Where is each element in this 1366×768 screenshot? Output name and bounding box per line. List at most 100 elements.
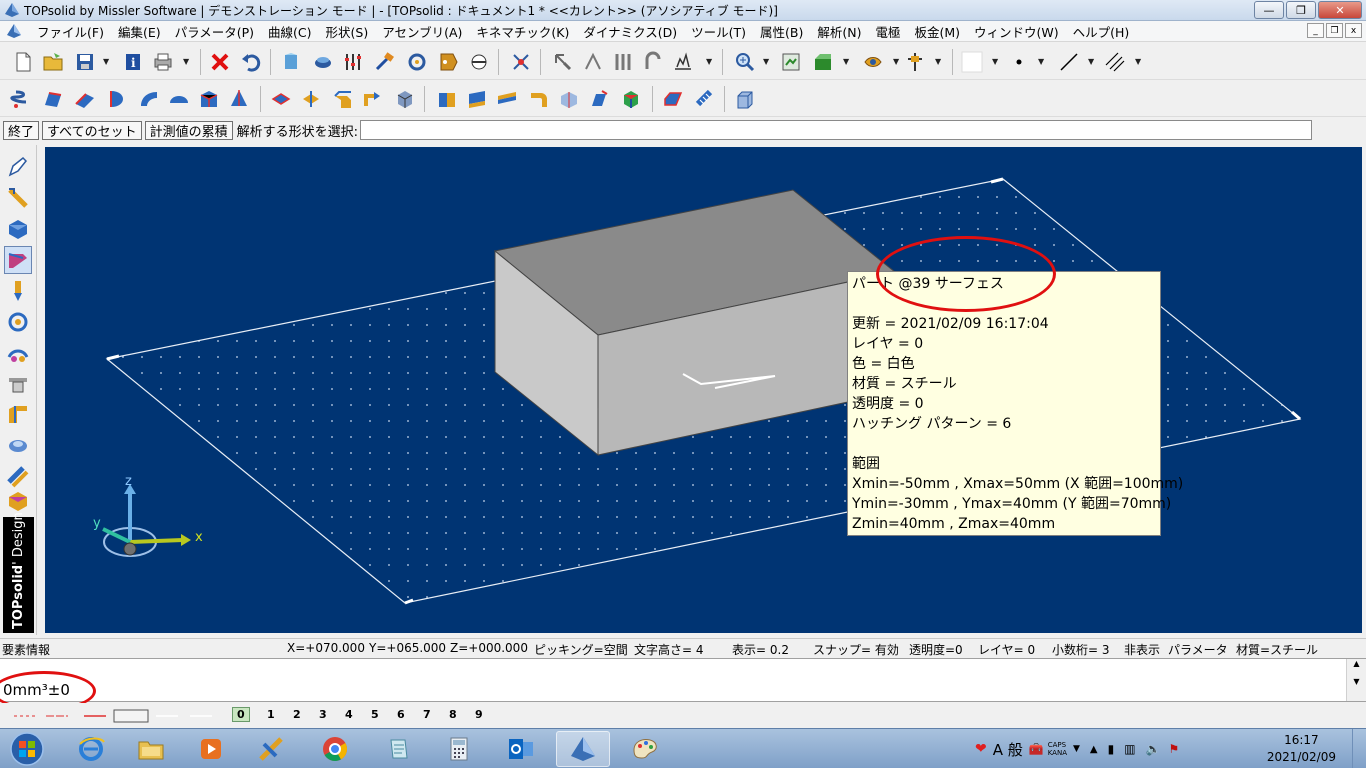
layer-5-button[interactable]: 5	[371, 708, 379, 721]
render-dropdown-icon[interactable]: ▼	[843, 57, 849, 66]
menu-shape[interactable]: 形状(S)	[319, 22, 376, 41]
solid-cube-icon[interactable]	[4, 215, 32, 243]
mdi-restore-button[interactable]: ❐	[1326, 23, 1343, 38]
calculator-icon[interactable]	[432, 731, 486, 767]
status-decimals[interactable]: 小数桁= 3	[1052, 641, 1110, 658]
point-style-icon[interactable]	[1006, 49, 1032, 75]
undo-icon[interactable]	[238, 49, 264, 75]
analysis-dropdown-icon[interactable]: ▼	[706, 57, 712, 66]
extend-surface-icon[interactable]	[360, 86, 386, 112]
all-sets-button[interactable]: すべてのセット	[42, 120, 142, 140]
revolve-surface-icon[interactable]	[104, 86, 130, 112]
mold-icon[interactable]	[4, 370, 32, 398]
color-picker-icon[interactable]	[958, 49, 986, 75]
scene-canvas[interactable]: z x y	[45, 147, 1362, 633]
media-player-icon[interactable]	[184, 731, 238, 767]
electrode-icon[interactable]	[4, 277, 32, 305]
minimize-button[interactable]: —	[1254, 1, 1284, 19]
hatch-style-icon[interactable]	[1102, 49, 1128, 75]
sketch-pencil-icon[interactable]	[4, 153, 32, 181]
status-layer[interactable]: レイヤ= 0	[978, 641, 1035, 658]
topsolid-taskbar-icon[interactable]	[556, 731, 610, 767]
sew-icon[interactable]	[494, 86, 520, 112]
output-scrollbar[interactable]: ▲ ▼	[1346, 659, 1366, 701]
slider-settings-icon[interactable]	[340, 49, 366, 75]
output-area[interactable]: 0mm³±0 ▲ ▼	[0, 658, 1366, 711]
menu-analysis[interactable]: 解析(N)	[810, 22, 868, 41]
menu-electrode[interactable]: 電極	[868, 22, 907, 41]
extrude-surface-icon[interactable]	[40, 86, 66, 112]
mdi-minimize-button[interactable]: _	[1307, 23, 1324, 38]
maximize-button[interactable]: ❐	[1286, 1, 1316, 19]
modify-icon[interactable]	[278, 49, 304, 75]
menu-attributes[interactable]: 属性(B)	[753, 22, 810, 41]
file-explorer-icon[interactable]	[124, 731, 178, 767]
open-folder-icon[interactable]	[40, 49, 66, 75]
save-dropdown-icon[interactable]: ▼	[103, 57, 109, 66]
menu-help[interactable]: ヘルプ(H)	[1066, 22, 1137, 41]
layer-1-button[interactable]: 1	[267, 708, 275, 721]
status-material[interactable]: 材質=スチール	[1236, 641, 1318, 658]
hatch-style-dropdown-icon[interactable]: ▼	[1135, 57, 1141, 66]
layer-3-button[interactable]: 3	[319, 708, 327, 721]
print-icon[interactable]	[150, 49, 176, 75]
usb-device-icon[interactable]: ▮	[1108, 742, 1115, 756]
surface-analysis-icon[interactable]	[556, 86, 582, 112]
layer-0-button[interactable]: 0	[232, 707, 250, 722]
close-button[interactable]: ✕	[1318, 1, 1362, 19]
internet-explorer-icon[interactable]	[64, 731, 118, 767]
attribute-icon[interactable]	[436, 49, 462, 75]
volume-icon[interactable]: 🔈	[1146, 742, 1161, 756]
curve-pencil-icon[interactable]	[4, 184, 32, 212]
view-direction-icon[interactable]	[860, 49, 886, 75]
menu-edit[interactable]: 編集(E)	[111, 22, 168, 41]
show-desktop-button[interactable]	[1352, 729, 1366, 768]
action-center-icon[interactable]: ⚑	[1169, 742, 1180, 756]
menu-tools[interactable]: ツール(T)	[684, 22, 753, 41]
pipe-icon[interactable]	[4, 432, 32, 460]
box-shape-icon[interactable]	[392, 86, 418, 112]
measure-angle-icon[interactable]	[580, 49, 606, 75]
ime-mode-indicator[interactable]: A 般	[993, 739, 1023, 760]
menu-curve[interactable]: 曲線(C)	[261, 22, 318, 41]
status-snap[interactable]: スナップ= 有効	[813, 641, 899, 658]
thread-icon[interactable]	[692, 86, 718, 112]
status-parameter[interactable]: パラメータ	[1168, 641, 1228, 658]
layer-6-button[interactable]: 6	[397, 708, 405, 721]
plane-surface-icon[interactable]	[268, 86, 294, 112]
accumulate-measurements-button[interactable]: 計測値の累積	[144, 120, 233, 140]
mdi-close-button[interactable]: x	[1345, 23, 1362, 38]
view-dropdown-icon[interactable]: ▼	[893, 57, 899, 66]
trim-icon[interactable]	[464, 86, 490, 112]
menu-sheet-metal[interactable]: 板金(M)	[907, 22, 967, 41]
tools-icon[interactable]	[404, 49, 430, 75]
helix-icon[interactable]	[8, 86, 34, 112]
line-style-icon[interactable]	[1056, 49, 1082, 75]
work-plane-icon[interactable]	[902, 49, 928, 75]
status-hidden[interactable]: 非表示	[1124, 641, 1160, 658]
cube-color-icon[interactable]	[618, 86, 644, 112]
menu-assembly[interactable]: アセンブリ(A)	[375, 22, 469, 41]
menu-dynamics[interactable]: ダイナミクス(D)	[576, 22, 684, 41]
paint-icon[interactable]	[618, 731, 672, 767]
kinematic-icon[interactable]	[4, 339, 32, 367]
bend-icon[interactable]	[526, 86, 552, 112]
start-button-icon[interactable]	[4, 731, 50, 767]
menu-parameter[interactable]: パラメータ(P)	[168, 22, 261, 41]
tray-expand-icon[interactable]: ▲	[1090, 744, 1098, 755]
fillet-surface-icon[interactable]	[330, 86, 356, 112]
status-picking[interactable]: ピッキング=空間	[534, 641, 628, 658]
work-plane-dropdown-icon[interactable]: ▼	[935, 57, 941, 66]
zoom-dropdown-icon[interactable]: ▼	[763, 57, 769, 66]
color-dropdown-icon[interactable]: ▼	[992, 57, 998, 66]
render-mode-icon[interactable]	[810, 49, 836, 75]
chrome-icon[interactable]	[308, 731, 362, 767]
ruled-surface-icon[interactable]	[72, 86, 98, 112]
zoom-icon[interactable]	[732, 49, 758, 75]
assembly-icon[interactable]	[4, 308, 32, 336]
new-document-icon[interactable]	[10, 49, 36, 75]
ime-tools-icon[interactable]: 🧰	[1029, 742, 1044, 756]
line-style-presets[interactable]	[10, 709, 220, 723]
hammer-icon[interactable]	[372, 49, 398, 75]
draft-icon[interactable]	[586, 86, 612, 112]
